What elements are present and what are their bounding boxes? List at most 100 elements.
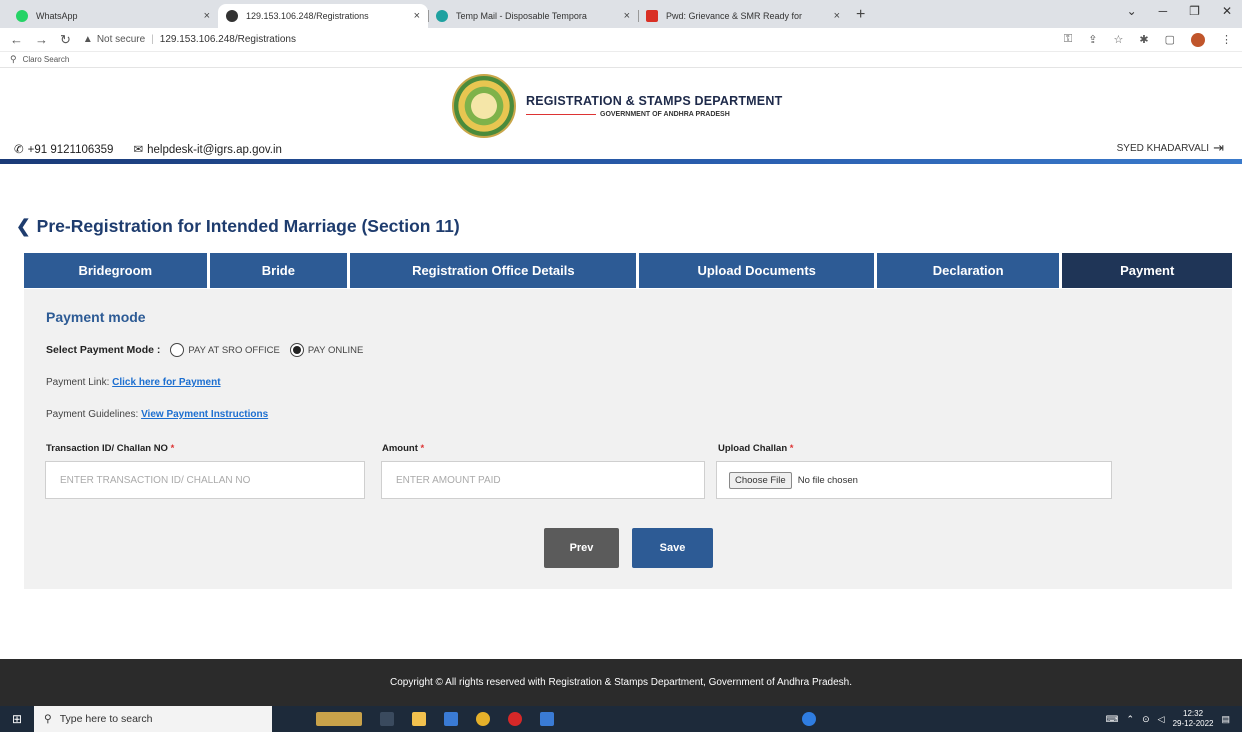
- payment-mode-selector: Select Payment Mode : PAY AT SRO OFFICE …: [46, 343, 373, 357]
- department-logo-group: REGISTRATION & STAMPS DEPARTMENT GOVERNM…: [452, 74, 782, 138]
- browser-tab-whatsapp[interactable]: WhatsApp ×: [8, 4, 218, 28]
- tab-upload-documents[interactable]: Upload Documents: [639, 253, 874, 288]
- amount-input[interactable]: [396, 474, 704, 486]
- volume-icon[interactable]: ◁: [1158, 714, 1165, 725]
- tab-payment[interactable]: Payment: [1062, 253, 1233, 288]
- tab-bridegroom[interactable]: Bridegroom: [24, 253, 207, 288]
- radio-pay-online[interactable]: PAY ONLINE: [289, 343, 364, 357]
- browser-tab-registrations[interactable]: 129.153.106.248/Registrations ×: [218, 4, 428, 28]
- choose-file-button[interactable]: Choose File: [729, 471, 792, 489]
- mail-app-icon[interactable]: [540, 712, 554, 726]
- help-icon[interactable]: [802, 712, 816, 726]
- star-icon[interactable]: ☆: [1114, 33, 1124, 46]
- payment-panel: Payment mode Select Payment Mode : PAY A…: [24, 289, 1232, 589]
- radio-button-selected[interactable]: [289, 343, 304, 357]
- save-button[interactable]: Save: [632, 528, 713, 568]
- bookmark-claro-search[interactable]: Claro Search: [23, 55, 70, 64]
- department-name: REGISTRATION & STAMPS DEPARTMENT GOVERNM…: [526, 94, 782, 118]
- warning-icon[interactable]: ▲: [83, 34, 93, 45]
- divider: [526, 114, 596, 115]
- chevron-up-icon[interactable]: ⌃: [1127, 714, 1135, 725]
- calculator-icon[interactable]: [444, 712, 458, 726]
- minimize-icon[interactable]: ─: [1159, 4, 1168, 18]
- email-address[interactable]: helpdesk-it@igrs.ap.gov.in: [147, 144, 282, 156]
- required-mark: *: [170, 443, 175, 454]
- transaction-id-field[interactable]: [45, 461, 365, 499]
- field-label-text: Transaction ID/ Challan NO: [46, 443, 168, 454]
- sidepanel-icon[interactable]: ▢: [1165, 33, 1175, 46]
- radio-label: PAY ONLINE: [307, 344, 364, 356]
- taskbar-search[interactable]: ⚲ Type here to search: [34, 706, 272, 732]
- taskbar-search-placeholder: Type here to search: [59, 713, 153, 725]
- amount-label: Amount *: [382, 443, 424, 454]
- clock[interactable]: 12:32 29-12-2022: [1173, 709, 1214, 729]
- network-icon[interactable]: ⊙: [1142, 714, 1150, 725]
- not-secure-label[interactable]: Not secure: [97, 34, 145, 45]
- amount-field[interactable]: [381, 461, 705, 499]
- upload-challan-label: Upload Challan *: [718, 443, 794, 454]
- payment-link-label: Payment Link:: [46, 377, 110, 388]
- payment-mode-label: Select Payment Mode :: [46, 344, 161, 356]
- chevron-left-icon[interactable]: ❮: [16, 216, 31, 236]
- back-arrow-icon[interactable]: ←: [10, 32, 23, 47]
- restore-icon[interactable]: ❐: [1189, 4, 1200, 18]
- windows-start-icon[interactable]: ⊞: [0, 712, 34, 726]
- globe-icon: [226, 10, 238, 22]
- logout-icon[interactable]: ⇥: [1213, 140, 1224, 156]
- phone-icon: ✆: [14, 144, 24, 156]
- url-input[interactable]: 129.153.106.248/Registrations: [160, 34, 296, 45]
- email-contact[interactable]: ✉ helpdesk-it@igrs.ap.gov.in: [133, 142, 281, 156]
- close-icon[interactable]: ×: [624, 10, 630, 22]
- transaction-id-label: Transaction ID/ Challan NO *: [46, 443, 174, 454]
- notifications-icon[interactable]: ▤: [1221, 714, 1230, 725]
- browser-tab-gmail[interactable]: Pwd: Grievance & SMR Ready for ×: [638, 4, 848, 28]
- transaction-id-input[interactable]: [60, 474, 364, 486]
- radio-button[interactable]: [170, 343, 185, 357]
- forward-arrow-icon[interactable]: →: [35, 32, 48, 47]
- news-widget-icon[interactable]: [316, 712, 362, 726]
- search-icon: ⚲: [10, 54, 17, 64]
- phone-contact: ✆ +91 9121106359: [14, 142, 113, 156]
- page-title-text: Pre-Registration for Intended Marriage (…: [36, 216, 460, 236]
- tab-title: Temp Mail - Disposable Tempora: [456, 11, 587, 21]
- new-tab-button[interactable]: +: [856, 6, 865, 24]
- toolbar-icons: ⚿ ⇪ ☆ ✱ ▢ ⋮: [1064, 32, 1232, 47]
- menu-icon[interactable]: ⋮: [1221, 33, 1232, 46]
- mail-icon: ✉: [133, 144, 144, 156]
- extensions-icon[interactable]: ✱: [1139, 33, 1148, 46]
- radio-pay-at-sro[interactable]: PAY AT SRO OFFICE: [170, 343, 280, 357]
- chevron-down-icon[interactable]: ⌄: [1127, 4, 1137, 18]
- keyboard-icon[interactable]: ⌨: [1106, 714, 1119, 725]
- prev-button[interactable]: Prev: [544, 528, 619, 568]
- required-mark: *: [789, 443, 794, 454]
- user-info: SYED KHADARVALI ⇥: [1117, 140, 1224, 156]
- header-stripe: [0, 159, 1242, 164]
- taskbar-apps: [316, 712, 816, 726]
- profile-avatar[interactable]: [1191, 32, 1205, 47]
- page-title: ❮ Pre-Registration for Intended Marriage …: [16, 216, 460, 237]
- payment-link[interactable]: Click here for Payment: [112, 377, 220, 388]
- chrome-icon[interactable]: [476, 712, 490, 726]
- field-label-text: Upload Challan: [718, 443, 788, 454]
- divider: |: [151, 34, 154, 45]
- file-explorer-icon[interactable]: [412, 712, 426, 726]
- opera-icon[interactable]: [508, 712, 522, 726]
- close-icon[interactable]: ×: [414, 10, 420, 22]
- field-label-text: Amount: [382, 443, 418, 454]
- close-window-icon[interactable]: ✕: [1222, 4, 1232, 18]
- close-icon[interactable]: ×: [204, 10, 210, 22]
- close-icon[interactable]: ×: [834, 10, 840, 22]
- browser-tab-tempmail[interactable]: Temp Mail - Disposable Tempora ×: [428, 4, 638, 28]
- key-icon[interactable]: ⚿: [1064, 33, 1072, 46]
- tab-registration-office-details[interactable]: Registration Office Details: [350, 253, 637, 288]
- reload-icon[interactable]: ↻: [60, 32, 71, 48]
- tab-title: 129.153.106.248/Registrations: [246, 11, 369, 21]
- tab-declaration[interactable]: Declaration: [876, 253, 1060, 288]
- tab-bride[interactable]: Bride: [209, 253, 348, 288]
- payment-instructions-link[interactable]: View Payment Instructions: [141, 409, 268, 420]
- task-view-icon[interactable]: [380, 712, 394, 726]
- share-icon[interactable]: ⇪: [1088, 33, 1097, 46]
- department-subtitle: GOVERNMENT OF ANDHRA PRADESH: [600, 111, 730, 118]
- site-footer: Copyright © All rights reserved with Reg…: [0, 659, 1242, 706]
- step-tabs: Bridegroom Bride Registration Office Det…: [24, 253, 1233, 288]
